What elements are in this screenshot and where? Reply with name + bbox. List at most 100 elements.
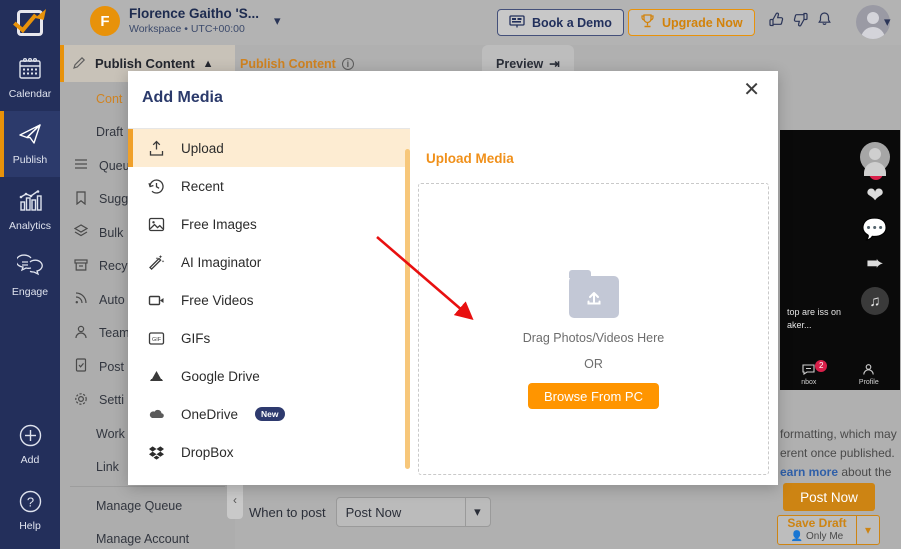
tiktok-preview-panel: + ❤ 💬 ➨ ♫ top are iss on aker... 2 nbox	[780, 130, 900, 390]
header-icon-group	[768, 11, 833, 33]
image-icon	[145, 216, 167, 233]
sidebar-item-label: Work	[96, 426, 125, 441]
rail-item-engage[interactable]: Engage	[0, 243, 60, 309]
upload-folder-icon	[568, 270, 619, 318]
nav-inbox[interactable]: 2 nbox	[801, 360, 828, 386]
thumbs-up-icon[interactable]	[768, 11, 785, 33]
rail-item-publish[interactable]: Publish	[0, 111, 60, 177]
save-draft-chevron-icon[interactable]: ▾	[856, 516, 879, 544]
top-header-bar: F Florence Gaitho 'S... Workspace • UTC+…	[0, 0, 901, 45]
media-source-menu: Upload Recent Free Images AI Imaginator	[128, 129, 410, 485]
avatar: +	[860, 142, 890, 180]
browse-from-pc-button[interactable]: Browse From PC	[528, 383, 659, 409]
panel-collapse-handle[interactable]: ‹	[227, 481, 243, 519]
book-demo-label: Book a Demo	[532, 15, 612, 30]
file-dropzone[interactable]: Drag Photos/Videos Here OR Browse From P…	[418, 183, 769, 475]
formatting-note: formatting, which may erent once publish…	[780, 425, 901, 482]
save-draft-button[interactable]: Save Draft 👤 Only Me ▾	[777, 515, 880, 545]
media-source-upload[interactable]: Upload	[128, 129, 410, 167]
paper-plane-icon	[17, 122, 43, 151]
clock-history-icon	[145, 178, 167, 195]
dropzone-content: Drag Photos/Videos Here OR Browse From P…	[419, 270, 768, 409]
book-demo-button[interactable]: Book a Demo	[497, 9, 624, 36]
media-source-label: GIFs	[181, 330, 211, 346]
rss-icon	[74, 291, 88, 308]
workspace-switcher[interactable]: F Florence Gaitho 'S... Workspace • UTC+…	[90, 6, 281, 36]
calendar-icon	[17, 56, 43, 85]
sidebar-item-manage-queue[interactable]: Manage Queue	[60, 489, 235, 523]
dropbox-icon	[145, 444, 167, 461]
user-menu-chevron-icon[interactable]: ▾	[884, 14, 891, 30]
sidebar-item-label: Link	[96, 460, 119, 475]
media-source-label: Free Videos	[181, 292, 254, 308]
layers-icon	[73, 224, 89, 241]
chevron-down-icon: ▾	[474, 504, 481, 519]
media-source-onedrive[interactable]: OneDrive New	[128, 395, 410, 433]
music-note-icon: ♫	[861, 287, 889, 315]
save-draft-label: Save Draft	[787, 516, 847, 530]
save-draft-main[interactable]: Save Draft 👤 Only Me	[778, 516, 856, 544]
media-source-google-drive[interactable]: Google Drive	[128, 357, 410, 395]
upload-panel: Upload Media Drag Photos/Videos Here OR …	[410, 129, 778, 485]
workspace-subtitle: Workspace • UTC+00:00	[129, 23, 245, 35]
media-source-free-videos[interactable]: Free Videos	[128, 281, 410, 319]
media-source-recent[interactable]: Recent	[128, 167, 410, 205]
rail-label-analytics: Analytics	[8, 220, 51, 232]
nav-profile[interactable]: Profile	[859, 364, 879, 386]
thumbs-down-icon[interactable]	[792, 11, 809, 33]
follow-plus-icon[interactable]: +	[869, 166, 883, 180]
rail-item-analytics[interactable]: Analytics	[0, 177, 60, 243]
svg-text:?: ?	[26, 494, 33, 509]
person-small-icon: 👤	[790, 531, 804, 542]
magic-wand-icon	[145, 254, 167, 271]
google-drive-icon	[145, 368, 167, 385]
media-source-free-images[interactable]: Free Images	[128, 205, 410, 243]
sidebar-item-label: Post	[99, 359, 125, 374]
rail-item-help[interactable]: ? Help	[0, 477, 60, 543]
archive-icon	[74, 258, 88, 275]
select-divider	[465, 497, 467, 527]
nav-profile-label: Profile	[858, 379, 879, 386]
rail-item-add[interactable]: Add	[0, 411, 60, 477]
close-icon[interactable]: ✕	[743, 80, 760, 100]
upgrade-now-button[interactable]: Upgrade Now	[628, 9, 755, 36]
sidebar-item-label: Recy	[99, 259, 128, 274]
when-to-post-value: Post Now	[345, 504, 402, 520]
arrow-right-bar-icon: ⇥	[549, 57, 560, 71]
rail-label-publish: Publish	[12, 154, 48, 166]
info-icon[interactable]: i	[341, 57, 354, 70]
arrow-logo-icon	[34, 7, 47, 20]
media-source-dropbox[interactable]: DropBox	[128, 433, 410, 471]
heart-icon[interactable]: ❤	[866, 185, 884, 206]
media-source-ai-imaginator[interactable]: AI Imaginator	[128, 243, 410, 281]
sidebar-item-label: Sugg	[99, 192, 129, 207]
sidebar-item-label: Manage Account	[96, 532, 190, 547]
rail-label-help: Help	[19, 519, 41, 532]
learn-more-link[interactable]: earn more	[780, 465, 838, 479]
share-arrow-icon[interactable]: ➨	[866, 253, 884, 274]
sidebar-item-label: Manage Queue	[96, 498, 183, 513]
when-to-post-select[interactable]: Post Now ▾	[335, 497, 491, 527]
media-source-label: AI Imaginator	[181, 254, 262, 270]
inbox-icon	[802, 364, 815, 377]
video-camera-icon	[145, 292, 167, 309]
save-draft-visibility: 👤 Only Me	[791, 530, 843, 543]
media-source-gifs[interactable]: GIF GIFs	[128, 319, 410, 357]
notification-bell-icon[interactable]	[816, 11, 833, 33]
person-icon	[74, 325, 88, 342]
app-logo[interactable]	[0, 0, 60, 45]
media-source-label: Recent	[181, 178, 224, 194]
rail-label-add: Add	[20, 453, 40, 466]
sidebar-divider	[70, 486, 225, 487]
bar-chart-icon	[17, 188, 43, 217]
comment-icon[interactable]: 💬	[862, 219, 888, 240]
tab-publish-label: Publish Content	[240, 56, 336, 71]
media-source-label: DropBox	[181, 444, 234, 460]
rail-item-calendar[interactable]: Calendar	[0, 45, 60, 111]
bookmark-icon	[74, 191, 88, 208]
sidebar-item-label: Setti	[99, 393, 125, 408]
pencil-icon	[72, 55, 87, 73]
sidebar-item-manage-account[interactable]: Manage Account	[60, 523, 235, 549]
gear-icon	[74, 392, 88, 409]
post-now-button[interactable]: Post Now	[783, 483, 875, 511]
